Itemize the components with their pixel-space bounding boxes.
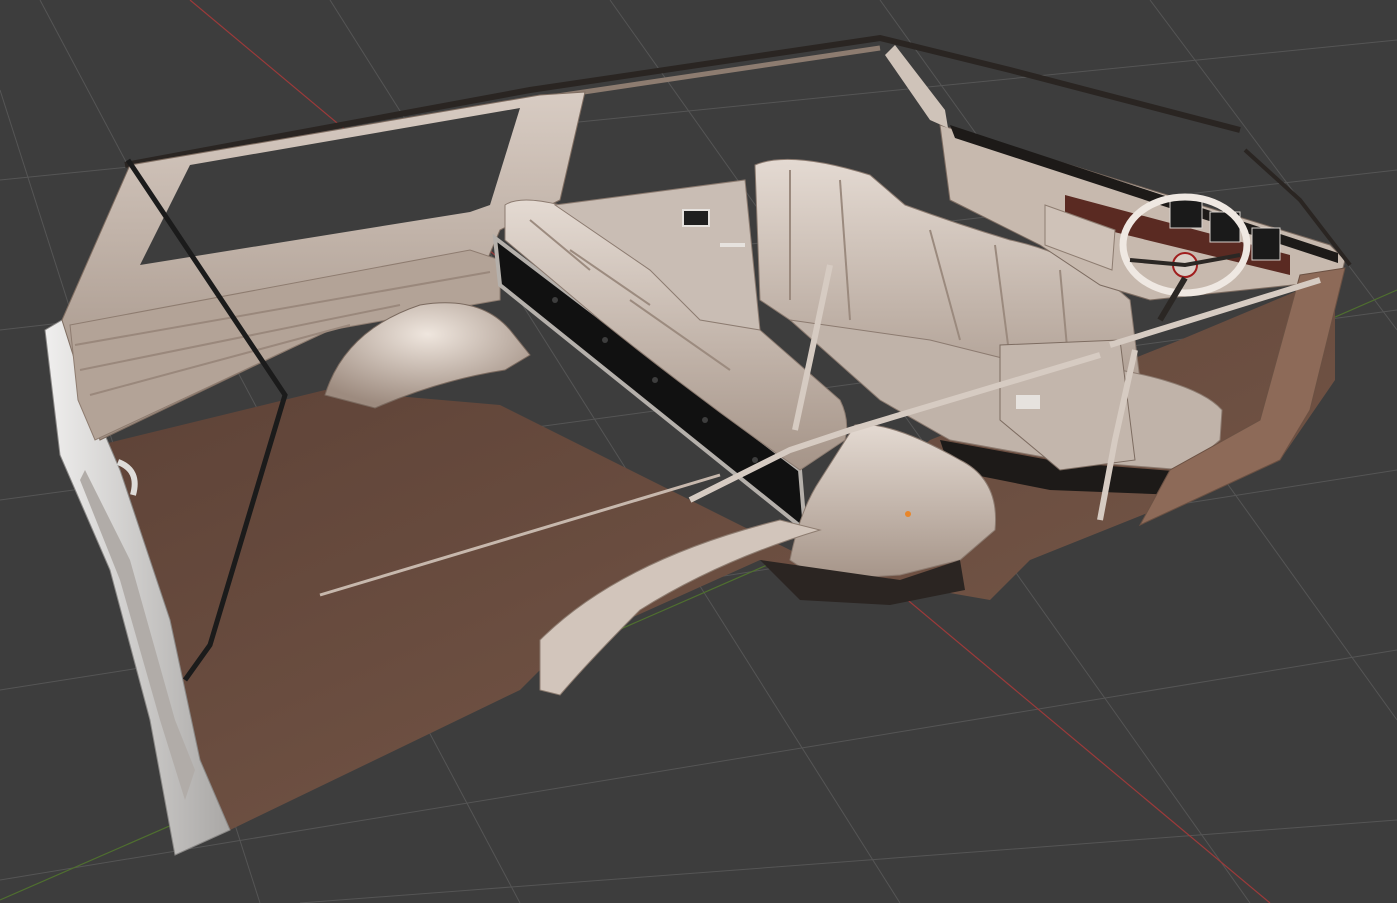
door-lock-button[interactable] (682, 209, 710, 227)
car-model[interactable] (44, 34, 1352, 856)
a-pillar (885, 45, 948, 128)
viewport-canvas[interactable] (0, 0, 1397, 903)
3d-viewport[interactable] (0, 0, 1397, 903)
object-origin-marker[interactable] (905, 511, 911, 517)
front-door-handle[interactable] (1016, 395, 1040, 409)
